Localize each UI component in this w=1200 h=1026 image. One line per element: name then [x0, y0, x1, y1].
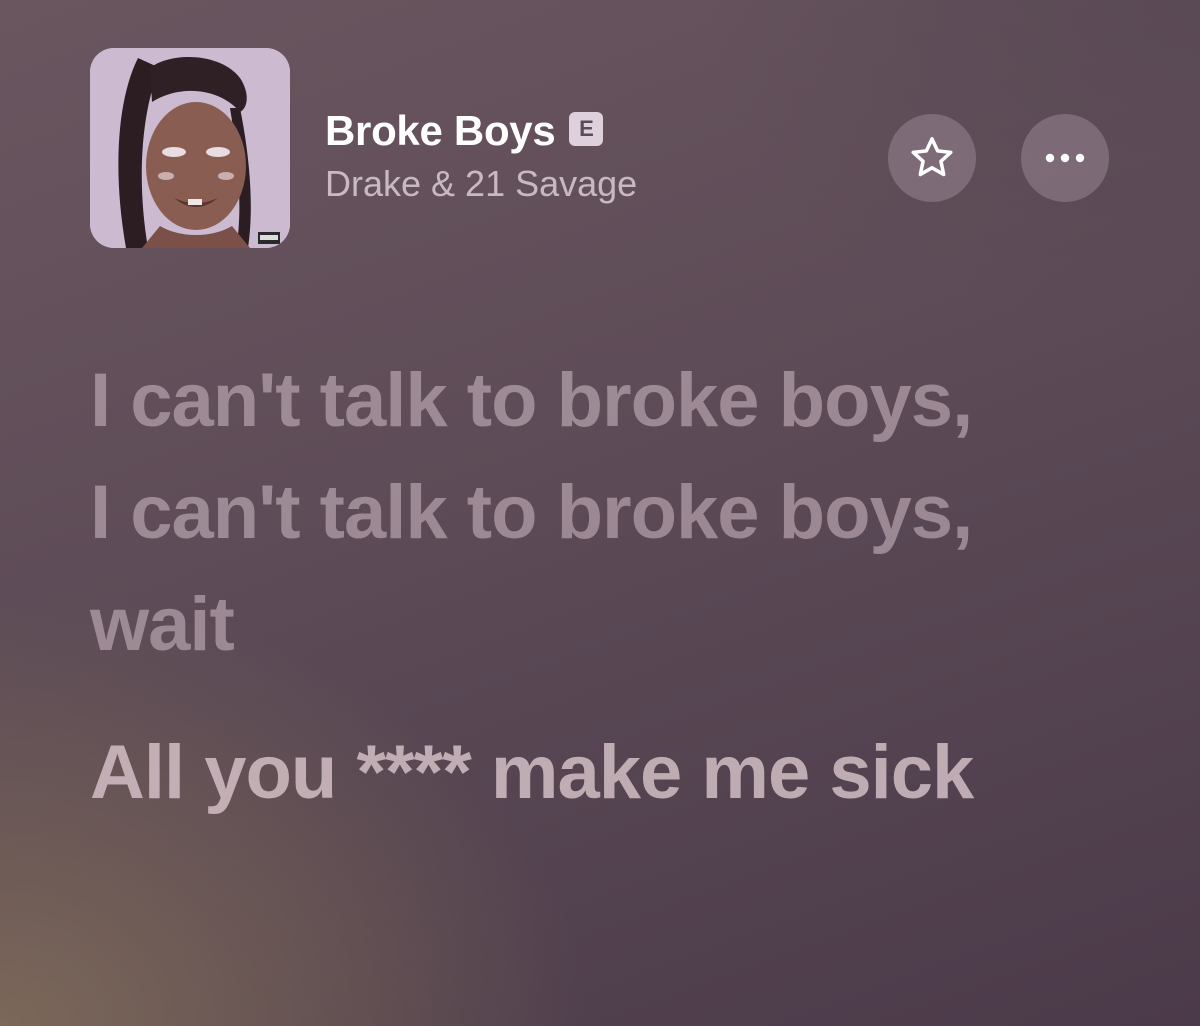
explicit-badge: E [569, 112, 604, 146]
more-options-button[interactable] [1021, 114, 1109, 202]
lyric-line[interactable]: All you **** make me sick [90, 717, 990, 829]
star-outline-icon [911, 137, 953, 177]
lyric-line[interactable]: I can't talk to broke boys, I can't talk… [90, 345, 990, 681]
artist-name[interactable]: Drake & 21 Savage [325, 166, 637, 202]
now-playing-header: Broke Boys E Drake & 21 Savage [90, 48, 1110, 250]
track-info[interactable]: Broke Boys E Drake & 21 Savage [325, 110, 637, 202]
lyrics-view: I can't talk to broke boys, I can't talk… [90, 345, 990, 829]
album-art[interactable] [90, 48, 290, 248]
favorite-button[interactable] [888, 114, 976, 202]
track-title[interactable]: Broke Boys [325, 110, 556, 152]
ellipsis-icon [1045, 153, 1085, 163]
title-row: Broke Boys E [325, 110, 637, 152]
album-cover-image [90, 48, 290, 248]
